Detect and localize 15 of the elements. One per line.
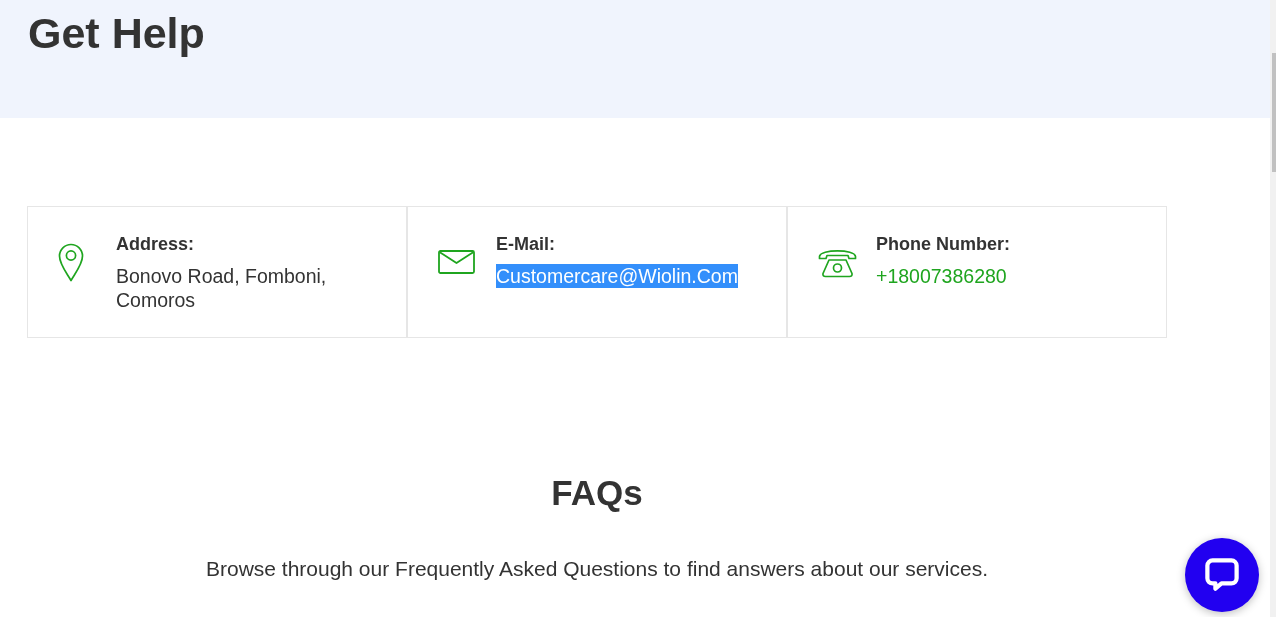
faq-description: Browse through our Frequently Asked Questions to find answers about our services. [205, 556, 989, 582]
faq-heading: FAQs [551, 472, 643, 514]
envelope-icon [438, 250, 475, 274]
scrollbar-thumb[interactable] [1272, 53, 1276, 172]
email-link[interactable]: Customercare@Wiolin.Com [496, 264, 738, 288]
contact-label: E-Mail: [496, 233, 555, 255]
contact-label: Phone Number: [876, 233, 1010, 255]
page-title: Get Help [28, 9, 205, 58]
chat-bubble-icon [1205, 557, 1239, 591]
address-text: Bonovo Road, Fomboni, Comoros [116, 264, 328, 312]
location-pin-icon [58, 242, 84, 282]
phone-link[interactable]: +18007386280 [876, 264, 1007, 288]
chat-button[interactable] [1185, 538, 1259, 612]
scrollbar[interactable] [1270, 0, 1276, 617]
contact-label: Address: [116, 233, 195, 255]
